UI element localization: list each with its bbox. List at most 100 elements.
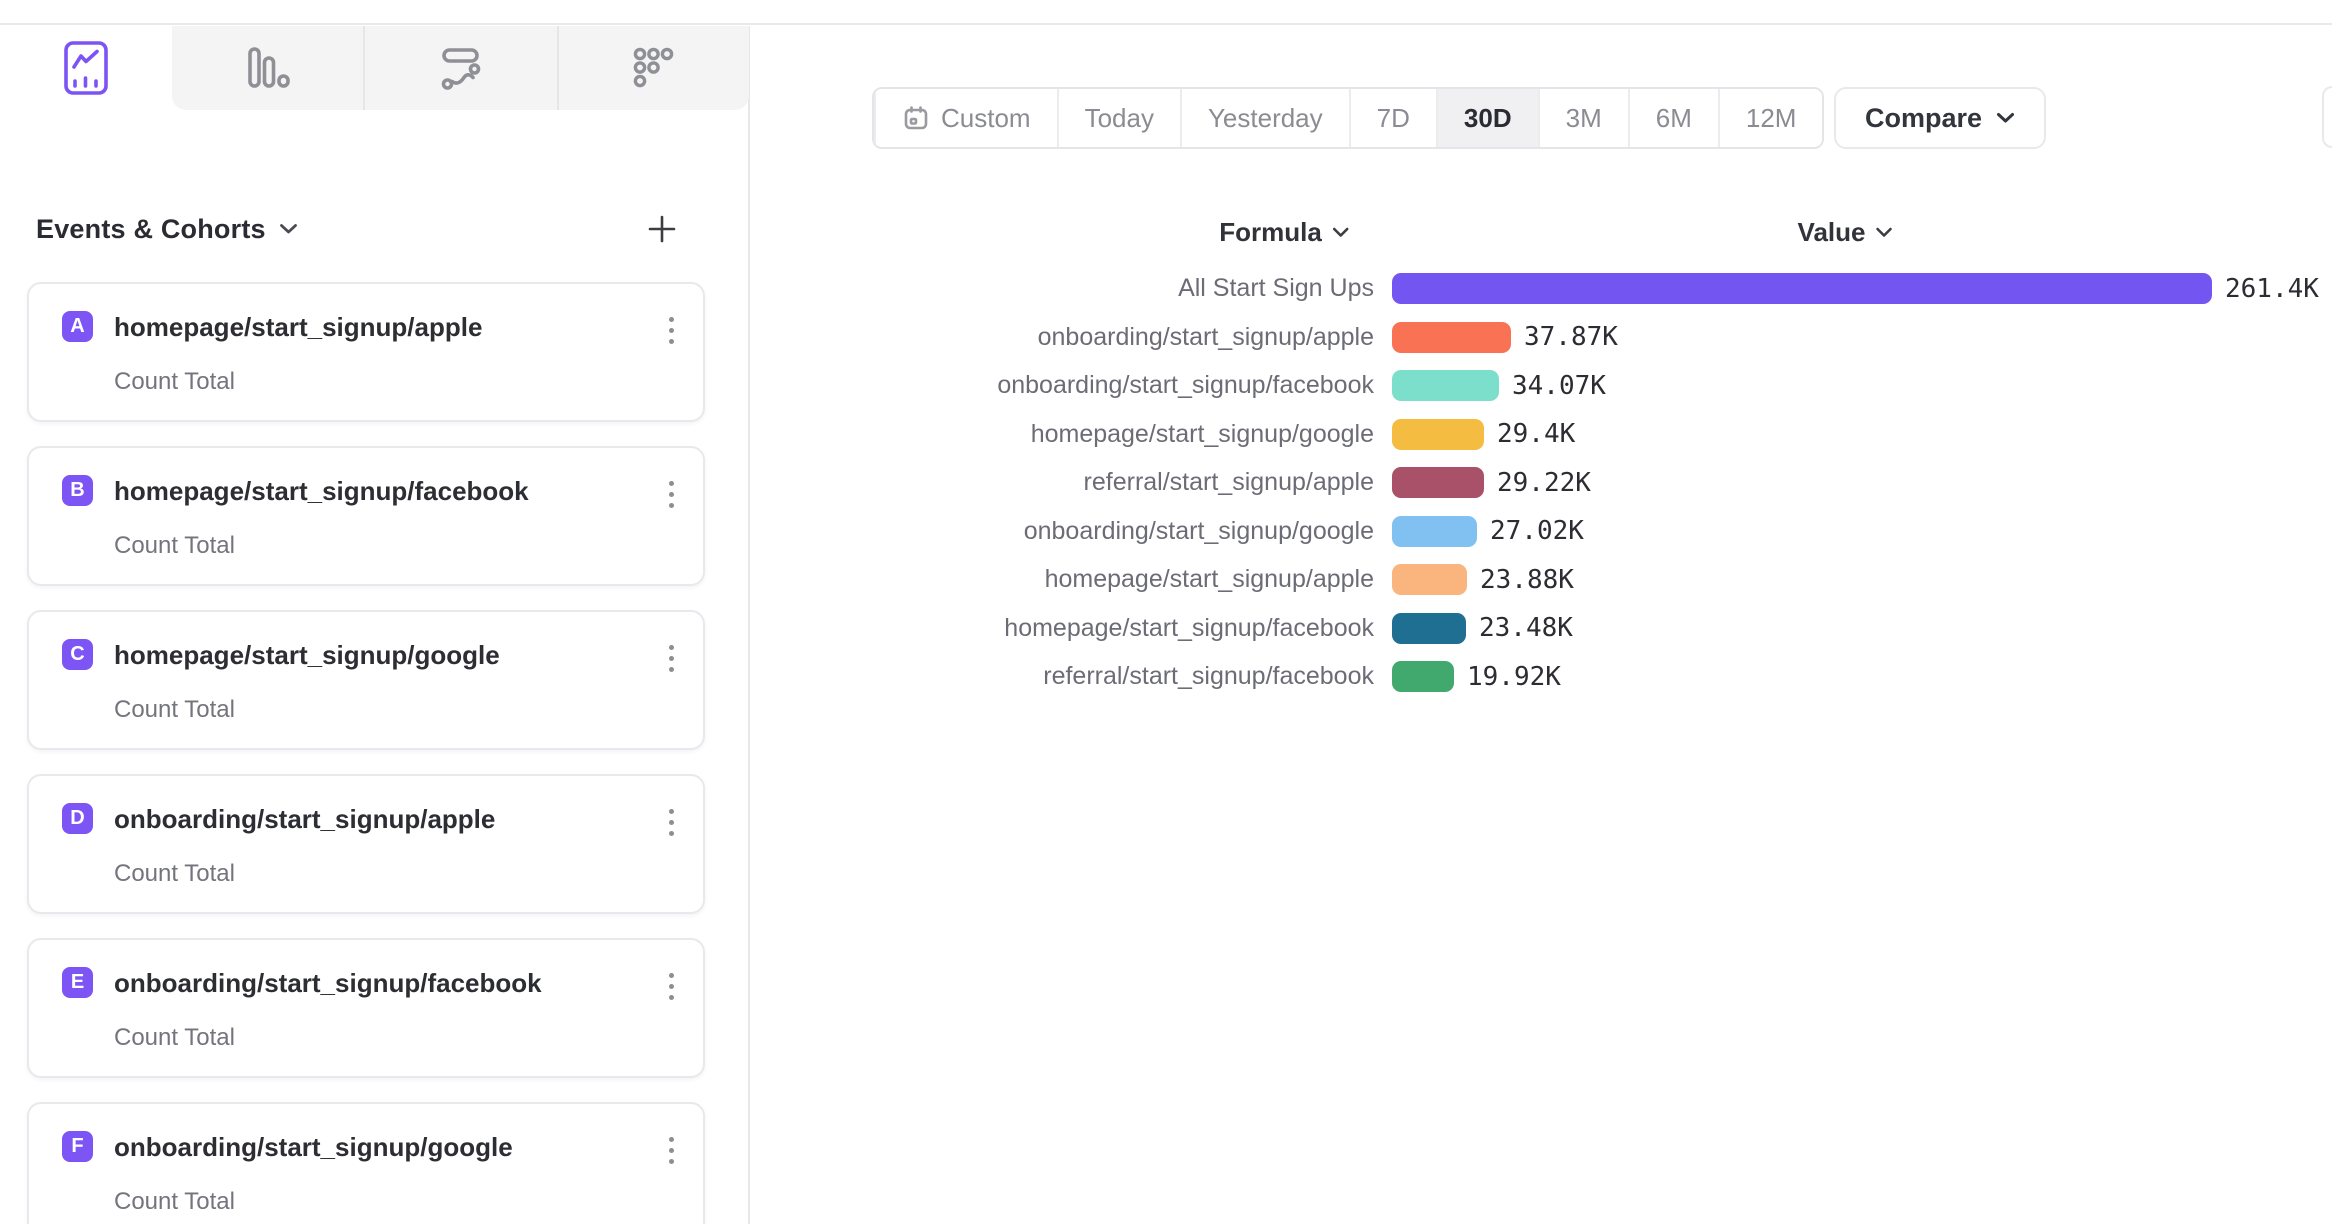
chart-row-value: 29.4K (1497, 418, 1575, 450)
chart-row: onboarding/start_signup/apple 37.87K (752, 322, 2332, 353)
kebab-menu-icon[interactable] (665, 969, 678, 1004)
event-letter-badge: F (62, 1131, 93, 1162)
event-card[interactable]: F onboarding/start_signup/google Count T… (27, 1102, 705, 1224)
event-name: homepage/start_signup/apple (114, 312, 482, 343)
chart-row-value: 27.02K (1490, 515, 1584, 547)
value-bar[interactable] (1392, 273, 2212, 304)
calendar-icon (902, 104, 930, 132)
report-canvas: Custom Today Yesterday 7D 30D 3M (752, 26, 2332, 1224)
chart-row: homepage/start_signup/google 29.4K (752, 419, 2332, 450)
chart-row-value: 34.07K (1512, 370, 1606, 402)
events-cohorts-dropdown[interactable]: Events & Cohorts (36, 214, 298, 245)
event-metric: Count Total (114, 368, 235, 396)
event-card[interactable]: D onboarding/start_signup/apple Count To… (27, 774, 705, 914)
chart-row-label: onboarding/start_signup/google (752, 516, 1374, 547)
event-name: onboarding/start_signup/google (114, 1132, 513, 1163)
flows-icon (438, 45, 484, 91)
value-bar[interactable] (1392, 370, 1499, 401)
tab-funnels[interactable] (172, 26, 363, 110)
chart-row-label: All Start Sign Ups (752, 273, 1374, 304)
chevron-down-icon (279, 223, 298, 235)
date-range-option[interactable]: 30D (1436, 89, 1538, 147)
value-bar[interactable] (1392, 419, 1484, 450)
event-letter-badge: B (62, 475, 93, 506)
chart-row: onboarding/start_signup/google 27.02K (752, 516, 2332, 547)
kebab-menu-icon[interactable] (665, 1133, 678, 1168)
horizontal-bar-chart: All Start Sign Ups 261.4K onboarding/sta… (752, 273, 2332, 710)
value-bar[interactable] (1392, 613, 1466, 644)
events-header: Events & Cohorts (36, 204, 678, 254)
chevron-down-icon (1332, 227, 1349, 238)
date-range-option[interactable]: Today (1057, 89, 1180, 147)
event-card[interactable]: A homepage/start_signup/apple Count Tota… (27, 282, 705, 422)
analytics-app: Events & Cohorts A homepage/start_signup… (0, 0, 2332, 1224)
event-name: homepage/start_signup/facebook (114, 476, 529, 507)
event-card[interactable]: C homepage/start_signup/google Count Tot… (27, 610, 705, 750)
chart-row-label: referral/start_signup/apple (752, 467, 1374, 498)
chart-row-label: onboarding/start_signup/apple (752, 322, 1374, 353)
tab-flows[interactable] (363, 26, 557, 110)
value-bar[interactable] (1392, 322, 1511, 353)
value-bar[interactable] (1392, 564, 1467, 595)
event-name: onboarding/start_signup/apple (114, 804, 495, 835)
chart-row-label: homepage/start_signup/apple (752, 564, 1374, 595)
chevron-down-icon (1996, 112, 2015, 124)
value-bar[interactable] (1392, 467, 1484, 498)
chart-row-label: onboarding/start_signup/facebook (752, 370, 1374, 401)
formula-column-header[interactable]: Formula (1219, 217, 1349, 248)
kebab-menu-icon[interactable] (665, 477, 678, 512)
chart-row: onboarding/start_signup/facebook 34.07K (752, 370, 2332, 401)
kebab-menu-icon[interactable] (665, 805, 678, 840)
chart-row: homepage/start_signup/apple 23.88K (752, 564, 2332, 595)
tab-retention[interactable] (557, 26, 749, 110)
chart-row-value: 23.88K (1480, 564, 1574, 596)
event-letter-badge: C (62, 639, 93, 670)
top-strip (0, 0, 2332, 25)
chevron-down-icon (1875, 227, 1892, 238)
chart-row: All Start Sign Ups 261.4K (752, 273, 2332, 304)
event-metric: Count Total (114, 860, 235, 888)
retention-icon (631, 45, 677, 91)
event-card-list: A homepage/start_signup/apple Count Tota… (27, 282, 705, 1224)
date-range-selector: Custom Today Yesterday 7D 30D 3M (872, 87, 1824, 149)
cutoff-edge-button[interactable] (2322, 86, 2332, 148)
event-metric: Count Total (114, 532, 235, 560)
plus-icon (646, 213, 678, 245)
event-metric: Count Total (114, 696, 235, 724)
value-column-header[interactable]: Value (1798, 217, 1893, 248)
insights-icon (63, 40, 109, 96)
chart-row: referral/start_signup/apple 29.22K (752, 467, 2332, 498)
date-range-option[interactable]: 6M (1628, 89, 1718, 147)
event-letter-badge: E (62, 967, 93, 998)
date-range-option[interactable]: 7D (1349, 89, 1436, 147)
value-bar[interactable] (1392, 661, 1454, 692)
events-cohorts-title: Events & Cohorts (36, 214, 266, 245)
event-letter-badge: A (62, 311, 93, 342)
chart-row-value: 29.22K (1497, 467, 1591, 499)
add-event-button[interactable] (646, 213, 678, 245)
value-bar[interactable] (1392, 516, 1477, 547)
compare-button[interactable]: Compare (1834, 87, 2046, 149)
query-sidebar: Events & Cohorts A homepage/start_signup… (0, 26, 750, 1224)
chart-row-value: 19.92K (1467, 661, 1561, 693)
event-letter-badge: D (62, 803, 93, 834)
date-range-option[interactable]: 3M (1538, 89, 1628, 147)
chart-row-label: referral/start_signup/facebook (752, 661, 1374, 692)
event-metric: Count Total (114, 1188, 235, 1216)
event-card[interactable]: E onboarding/start_signup/facebook Count… (27, 938, 705, 1078)
tab-insights[interactable] (0, 26, 172, 110)
event-card[interactable]: B homepage/start_signup/facebook Count T… (27, 446, 705, 586)
chart-row-value: 37.87K (1524, 321, 1618, 353)
date-range-option[interactable]: 12M (1718, 89, 1823, 147)
funnels-icon (245, 45, 291, 91)
date-range-option[interactable]: Yesterday (1180, 89, 1349, 147)
date-range-option[interactable]: Custom (874, 89, 1057, 147)
event-name: onboarding/start_signup/facebook (114, 968, 542, 999)
chart-row-value: 261.4K (2225, 273, 2319, 305)
kebab-menu-icon[interactable] (665, 641, 678, 676)
chart-row-value: 23.48K (1479, 612, 1573, 644)
chart-row-label: homepage/start_signup/facebook (752, 613, 1374, 644)
kebab-menu-icon[interactable] (665, 313, 678, 348)
event-metric: Count Total (114, 1024, 235, 1052)
chart-row: homepage/start_signup/facebook 23.48K (752, 613, 2332, 644)
